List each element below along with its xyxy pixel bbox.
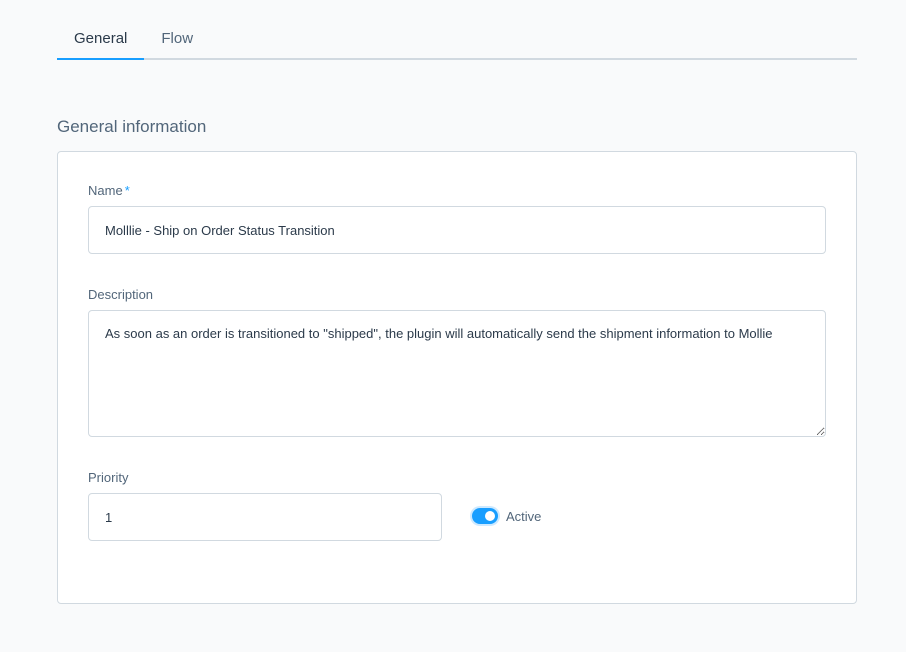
priority-label: Priority xyxy=(88,470,129,485)
name-field[interactable] xyxy=(88,206,826,254)
name-label: Name * xyxy=(88,183,130,198)
general-information-card: Name* Description As soon as an order is… xyxy=(57,151,857,604)
name-label-text: Name xyxy=(88,183,123,198)
tab-bar: General Flow xyxy=(57,18,857,60)
required-marker: * xyxy=(124,183,130,198)
description-field[interactable]: As soon as an order is transitioned to "… xyxy=(88,310,826,437)
toggle-knob xyxy=(485,511,495,521)
tab-flow[interactable]: Flow xyxy=(144,18,210,58)
flow-detail-page: General Flow General information Name* D… xyxy=(0,0,906,652)
active-toggle[interactable] xyxy=(472,508,498,524)
section-title: General information xyxy=(57,117,207,136)
priority-field[interactable] xyxy=(88,493,442,541)
active-label[interactable]: Active xyxy=(506,509,541,524)
tab-general[interactable]: General xyxy=(57,18,145,60)
description-label: Description xyxy=(88,287,154,302)
